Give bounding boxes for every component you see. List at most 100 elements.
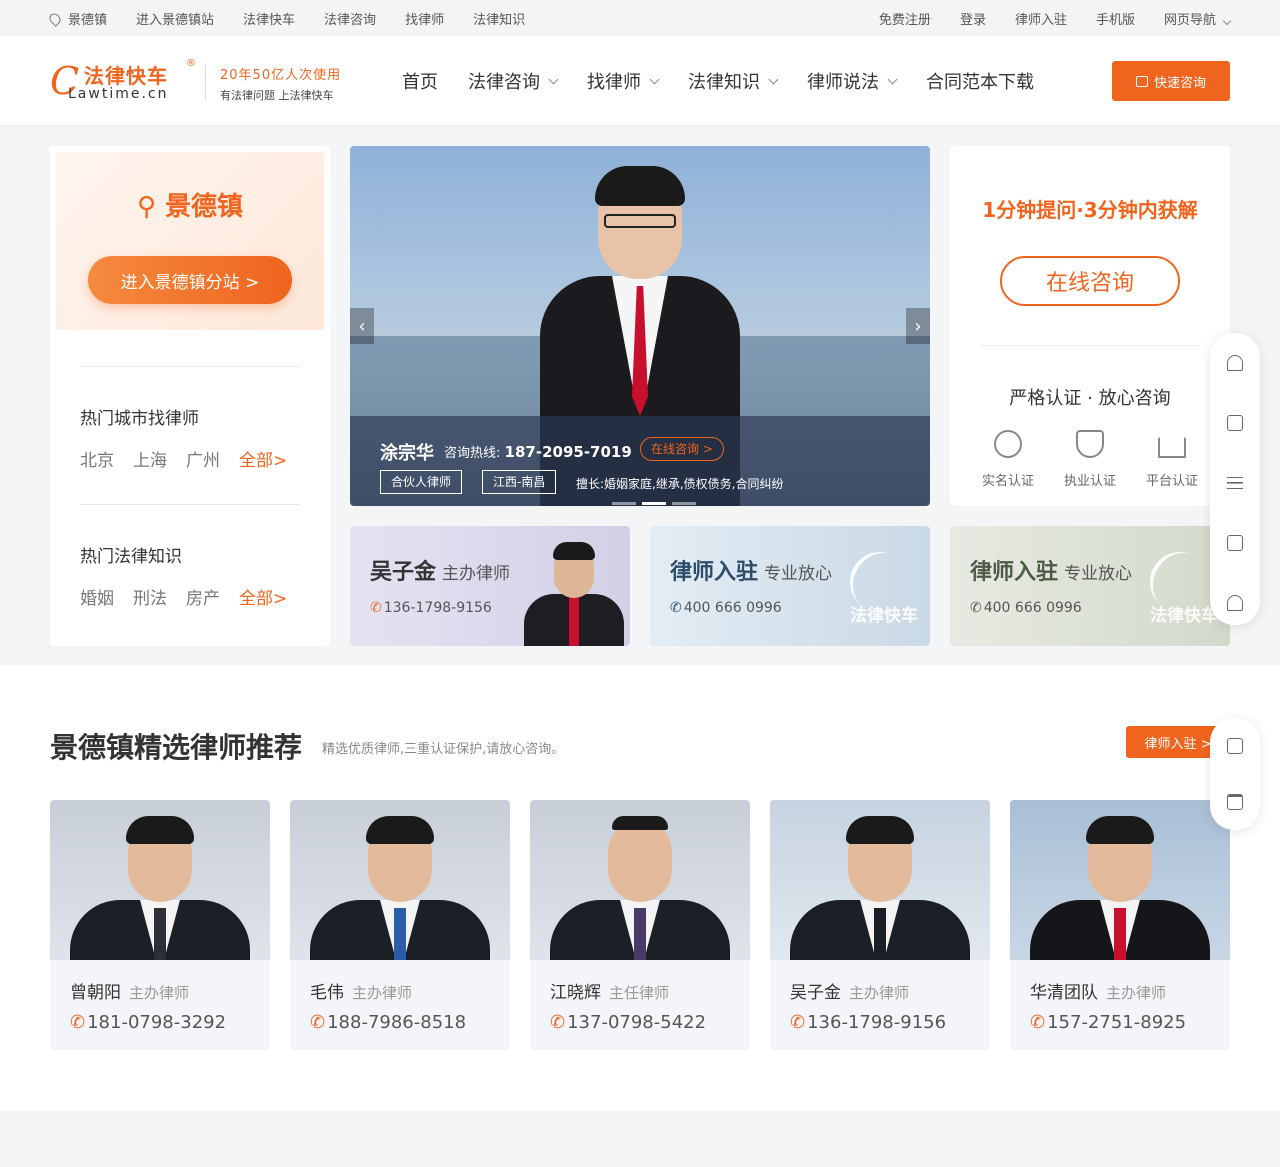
lawyer-join-link[interactable]: 律师入驻	[1015, 9, 1067, 28]
banner-consult-button[interactable]: 在线咨询 >	[640, 437, 724, 461]
enter-city-button[interactable]: 进入景德镇分站 >	[88, 256, 292, 304]
hot-city-title: 热门城市找律师	[80, 409, 199, 429]
next-arrow-icon[interactable]: ›	[906, 308, 930, 344]
promo-lawyer-card[interactable]: 吴子金 主办律师 ✆ 136-1798-9156	[350, 526, 630, 646]
menu-icon	[1227, 477, 1243, 489]
banner-lawyer-name: 涂宗华	[380, 443, 434, 464]
lawyer-photo	[290, 800, 510, 960]
all-laws-link[interactable]: 全部>	[239, 584, 287, 609]
user-check-icon	[994, 430, 1022, 458]
shield-icon	[1076, 430, 1104, 458]
lawyer-card[interactable]: 吴子金 主办律师 ✆ 136-1798-9156	[770, 800, 990, 1050]
consult-card: 1分钟提问·3分钟内获解 在线咨询 严格认证 · 放心咨询 实名认证 执业认证 …	[950, 146, 1230, 506]
building-icon	[1158, 430, 1186, 458]
banner-specialty: 擅长:婚姻家庭,继承,债权债务,合同纠纷	[576, 477, 784, 491]
chevron-down-icon	[649, 74, 660, 84]
top-link[interactable]: 找律师	[405, 9, 444, 28]
floating-toolbar	[1210, 333, 1260, 625]
hot-law-links: 婚姻 刑法 房产 全部>	[80, 584, 287, 609]
user-icon	[1227, 355, 1243, 371]
nav-home[interactable]: 首页	[402, 68, 438, 94]
all-cities-link[interactable]: 全部>	[239, 446, 287, 471]
prev-arrow-icon[interactable]: ‹	[350, 308, 374, 344]
top-link[interactable]: 法律咨询	[324, 9, 376, 28]
nav-find-lawyer[interactable]: 找律师	[587, 68, 660, 94]
city-card: ⚲ 景德镇 进入景德镇分站 > 热门城市找律师 北京 上海 广州 全部> 热门法…	[50, 146, 330, 646]
phone-icon: ✆	[790, 1012, 806, 1033]
cert-platform: 平台认证	[1136, 430, 1208, 489]
phone-icon: ✆	[970, 600, 982, 616]
people-icon	[1227, 595, 1243, 611]
phone-icon: ✆	[70, 1012, 86, 1033]
floating-toolbar-2	[1210, 718, 1260, 830]
scan-icon	[1227, 535, 1243, 551]
float-menu-button[interactable]	[1210, 453, 1260, 513]
top-link[interactable]: 进入景德镇站	[136, 9, 214, 28]
nav-knowledge[interactable]: 法律知识	[688, 68, 779, 94]
online-consult-button[interactable]: 在线咨询	[1000, 256, 1180, 306]
phone-icon: ✆	[310, 1012, 326, 1033]
divider	[80, 366, 300, 367]
city-name: ⚲ 景德镇	[136, 192, 244, 222]
top-link[interactable]: 法律知识	[473, 9, 525, 28]
float-edit-button[interactable]	[1210, 718, 1260, 774]
register-link[interactable]: 免费注册	[879, 9, 931, 28]
promo-join-card[interactable]: 律师入驻 专业放心 ✆ 400 666 0996 法律快车	[650, 526, 930, 646]
carousel-dots[interactable]	[612, 502, 696, 505]
nav-contracts[interactable]: 合同范本下载	[926, 68, 1034, 94]
site-nav-link[interactable]: 网页导航	[1164, 9, 1232, 28]
phone-icon: ✆	[550, 1012, 566, 1033]
law-link[interactable]: 房产	[186, 584, 220, 609]
lawyer-card[interactable]: 华清团队 主办律师 ✆ 157-2751-8925	[1010, 800, 1230, 1050]
lawyer-photo	[770, 800, 990, 960]
float-message-button[interactable]	[1210, 393, 1260, 453]
float-user-button[interactable]	[1210, 333, 1260, 393]
cert-realname: 实名认证	[972, 430, 1044, 489]
chevron-down-icon	[768, 74, 779, 84]
slogan: 20年50亿人次使用 有法律问题 上法律快车	[205, 64, 341, 102]
lawyer-card[interactable]: 江晓辉 主任律师 ✆ 137-0798-5422	[530, 800, 750, 1050]
phone-icon: ✆	[670, 600, 682, 616]
message-icon	[1227, 415, 1243, 431]
law-link[interactable]: 刑法	[133, 584, 167, 609]
hot-city-links: 北京 上海 广州 全部>	[80, 446, 287, 471]
law-link[interactable]: 婚姻	[80, 584, 114, 609]
arrow-up-icon	[1227, 794, 1243, 810]
float-people-button[interactable]	[1210, 573, 1260, 633]
city-link[interactable]: 广州	[186, 446, 220, 471]
phone-icon: ✆	[1030, 1012, 1046, 1033]
top-bar: 景德镇 进入景德镇站 法律快车 法律咨询 找律师 法律知识 免费注册 登录 律师…	[0, 0, 1280, 36]
main-nav: 首页 法律咨询 找律师 法律知识 律师说法 合同范本下载	[402, 36, 1064, 126]
cert-title: 严格认证 · 放心咨询	[1009, 388, 1171, 409]
lawyer-card[interactable]: 曾朝阳 主办律师 ✆ 181-0798-3292	[50, 800, 270, 1050]
hero-banner[interactable]: 涂宗华 咨询热线: 187-2095-7019 在线咨询 > 合伙人律师 江西-…	[350, 146, 930, 506]
city-link[interactable]: 上海	[133, 446, 167, 471]
city-location[interactable]: 景德镇	[47, 9, 107, 28]
hot-law-title: 热门法律知识	[80, 547, 182, 567]
nav-lawyer-talk[interactable]: 律师说法	[807, 68, 898, 94]
nav-consult[interactable]: 法律咨询	[468, 68, 559, 94]
divider	[80, 504, 300, 505]
login-link[interactable]: 登录	[960, 9, 986, 28]
chevron-down-icon	[548, 74, 559, 84]
promo-join-card[interactable]: 律师入驻 专业放心 ✆ 400 666 0996 法律快车	[950, 526, 1230, 646]
banner-tag: 江西-南昌	[482, 470, 557, 494]
logo[interactable]: C 法律快车 ® Lawtime.cn	[50, 58, 200, 104]
consult-headline: 1分钟提问·3分钟内获解	[982, 198, 1198, 222]
section-title: 景德镇精选律师推荐	[50, 731, 303, 764]
section-subtitle: 精选优质律师,三重认证保护,请放心咨询。	[322, 742, 565, 757]
lawyer-photo	[524, 538, 624, 646]
mobile-link[interactable]: 手机版	[1096, 9, 1135, 28]
banner-hotline: 咨询热线: 187-2095-7019	[444, 443, 632, 461]
lawyer-card[interactable]: 毛伟 主办律师 ✆ 188-7986-8518	[290, 800, 510, 1050]
city-link[interactable]: 北京	[80, 446, 114, 471]
phone-icon: ✆	[370, 600, 382, 616]
chevron-down-icon	[1222, 16, 1232, 25]
chevron-down-icon	[887, 74, 898, 84]
back-to-top-button[interactable]	[1210, 774, 1260, 830]
banner-tag: 合伙人律师	[380, 470, 463, 494]
edit-icon	[1227, 738, 1243, 754]
quick-consult-button[interactable]: 快速咨询	[1112, 61, 1230, 101]
top-link[interactable]: 法律快车	[243, 9, 295, 28]
float-scan-button[interactable]	[1210, 513, 1260, 573]
